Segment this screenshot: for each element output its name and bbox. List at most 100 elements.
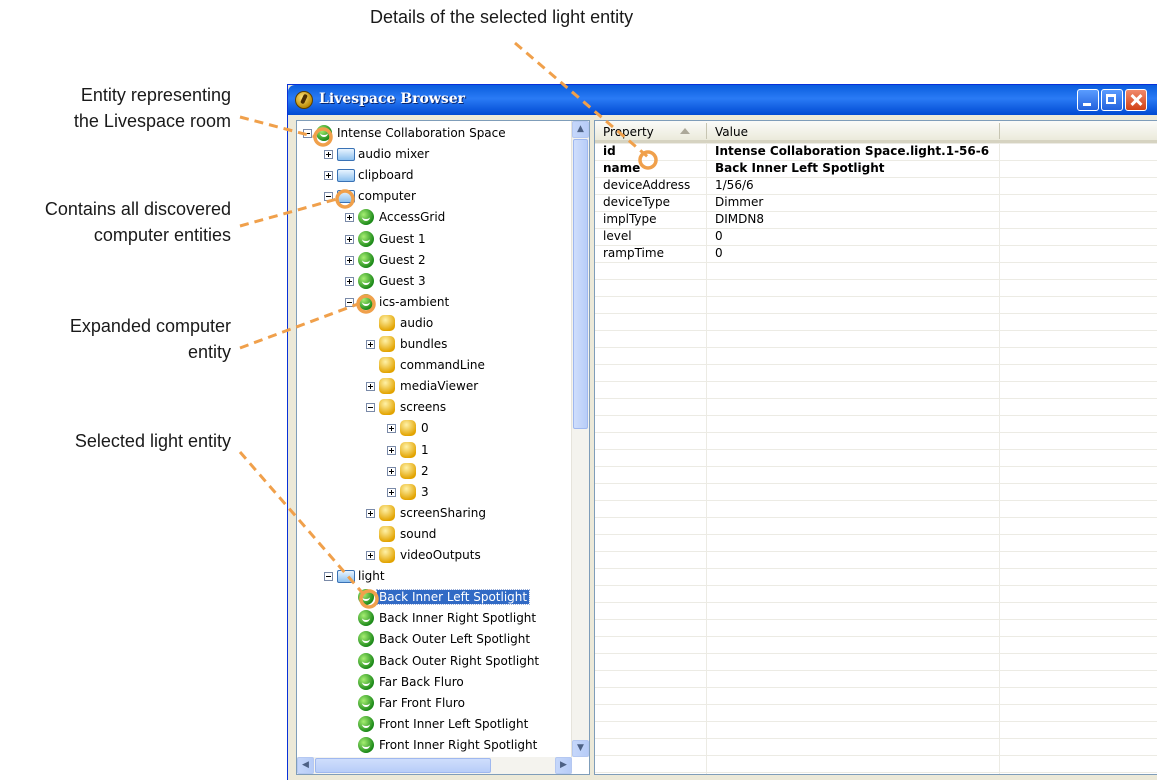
tree-node-label[interactable]: audio mixer [358,147,429,161]
tree-node-label[interactable]: audio [400,316,433,330]
collapse-icon[interactable] [324,572,333,582]
tree-node[interactable]: Guest 2 [297,251,567,271]
tree-node-label[interactable]: videoOutputs [400,548,481,562]
tree-node-label[interactable]: Back Outer Right Spotlight [379,654,539,668]
tree-node[interactable]: Far Back Fluro [297,673,567,693]
tree-node-label[interactable]: Guest 2 [379,253,426,267]
tree-node-label[interactable]: commandLine [400,358,485,372]
expand-icon[interactable] [366,508,375,518]
tree-node[interactable]: sound [297,525,567,545]
tree-node-label[interactable]: clipboard [358,168,414,182]
tree-node[interactable]: Front Inner Left Spotlight [297,715,567,735]
scroll-left-icon[interactable]: ◀ [297,757,314,774]
tree-node-label[interactable]: mediaViewer [400,379,478,393]
expand-icon[interactable] [387,487,396,497]
tree-node-label[interactable]: bundles [400,337,447,351]
table-row[interactable]: deviceType Dimmer [595,194,1157,211]
tree-node-label[interactable]: Back Inner Right Spotlight [379,611,536,625]
expand-icon[interactable] [324,171,333,181]
tree-node[interactable]: commandLine [297,356,567,376]
expand-icon[interactable] [366,340,375,349]
scroll-down-icon[interactable]: ▼ [572,740,589,757]
tree-node[interactable]: Back Inner Right Spotlight [297,609,567,629]
table-row[interactable]: deviceAddress 1/56/6 [595,177,1157,194]
expand-icon[interactable] [366,382,375,392]
column-header-property[interactable]: Property [603,125,654,139]
table-row[interactable]: implType DIMDN8 [595,211,1157,228]
tree-node[interactable]: 2 [297,462,567,482]
tree-node[interactable]: light [297,567,567,587]
tree-node[interactable]: AccessGrid [297,208,567,228]
tree-node[interactable]: Back Outer Left Spotlight [297,630,567,650]
tree-node[interactable]: Front Inner Right Spotlight [297,736,567,756]
tree-node-label[interactable]: Far Back Fluro [379,675,464,689]
column-divider[interactable] [706,123,707,139]
expand-icon[interactable] [366,551,375,560]
expand-icon[interactable] [345,234,354,244]
tree-node-label[interactable]: light [358,569,385,583]
tree-node-label[interactable]: 2 [421,464,429,478]
column-divider[interactable] [999,123,1000,139]
tree-node[interactable]: ics-ambient [297,293,567,313]
tree-node-label[interactable]: 3 [421,485,429,499]
tree-node[interactable]: 1 [297,441,567,461]
collapse-icon[interactable] [303,129,312,138]
collapse-icon[interactable] [345,297,354,307]
tree-node[interactable]: 3 [297,483,567,503]
scroll-up-icon[interactable]: ▲ [572,121,589,138]
tree-node[interactable]: mediaViewer [297,377,567,397]
minimize-button[interactable] [1077,89,1099,111]
expand-icon[interactable] [324,150,333,160]
tree-node-label[interactable]: Far Front Fluro [379,696,465,710]
expand-icon[interactable] [345,255,354,265]
close-button[interactable] [1125,89,1147,111]
tree-horizontal-scroll-thumb[interactable] [315,758,491,773]
entity-tree-pane[interactable]: Intense Collaboration Space audio mixer cl… [296,120,590,775]
column-header-value[interactable]: Value [715,125,748,139]
table-row[interactable]: id Intense Collaboration Space.light.1-56… [595,143,1157,160]
tree-node-label[interactable]: 0 [421,421,429,435]
tree-node[interactable]: screens [297,398,567,418]
tree-vertical-scroll-thumb[interactable] [573,139,588,429]
table-row[interactable]: level 0 [595,228,1157,245]
expand-icon[interactable] [387,445,396,455]
tree-node[interactable]: Far Front Fluro [297,694,567,714]
expand-icon[interactable] [345,213,354,223]
tree-node-label[interactable]: Front Inner Left Spotlight [379,717,528,731]
tree-node[interactable]: audio mixer [297,145,567,165]
tree-node[interactable]: 0 [297,419,567,439]
collapse-icon[interactable] [366,403,375,413]
tree-node[interactable]: Back Outer Right Spotlight [297,652,567,672]
collapse-icon[interactable] [324,192,333,202]
tree-node[interactable]: Guest 3 [297,272,567,292]
tree-node[interactable]: bundles [297,335,567,355]
tree-node-label[interactable]: 1 [421,443,429,457]
tree-node[interactable]: videoOutputs [297,546,567,566]
tree-node-label[interactable]: screens [400,400,446,414]
tree-node[interactable]: clipboard [297,166,567,186]
maximize-button[interactable] [1101,89,1123,111]
tree-node-label[interactable]: AccessGrid [379,210,445,224]
expand-icon[interactable] [387,424,396,434]
tree-node-label[interactable]: computer [358,189,416,203]
table-row[interactable]: name Back Inner Left Spotlight [595,160,1157,177]
tree-node-label[interactable]: Intense Collaboration Space [337,126,506,140]
tree-node-label[interactable]: ics-ambient [379,295,449,309]
tree-node[interactable]: screenSharing [297,504,567,524]
tree-node-label[interactable]: Guest 3 [379,274,426,288]
expand-icon[interactable] [345,276,354,286]
tree-node[interactable]: audio [297,314,567,334]
tree-node-label[interactable]: Front Inner Right Spotlight [379,738,537,752]
tree-node-label[interactable]: Back Inner Left Spotlight [375,589,531,606]
tree-node-label[interactable]: screenSharing [400,506,486,520]
tree-node-label[interactable]: sound [400,527,436,541]
tree-vertical-scrollbar[interactable]: ▲ ▼ [571,121,589,757]
tree-node[interactable]: computer [297,187,567,207]
table-row[interactable]: rampTime 0 [595,245,1157,262]
expand-icon[interactable] [387,466,396,476]
tree-node[interactable]: Back Inner Left Spotlight [297,588,567,608]
properties-pane[interactable]: Property Value id Intense Collaboration S… [594,120,1157,775]
tree-node-label[interactable]: Back Outer Left Spotlight [379,632,530,646]
tree-node-label[interactable]: Guest 1 [379,232,426,246]
title-bar[interactable]: Livespace Browser [288,85,1157,115]
